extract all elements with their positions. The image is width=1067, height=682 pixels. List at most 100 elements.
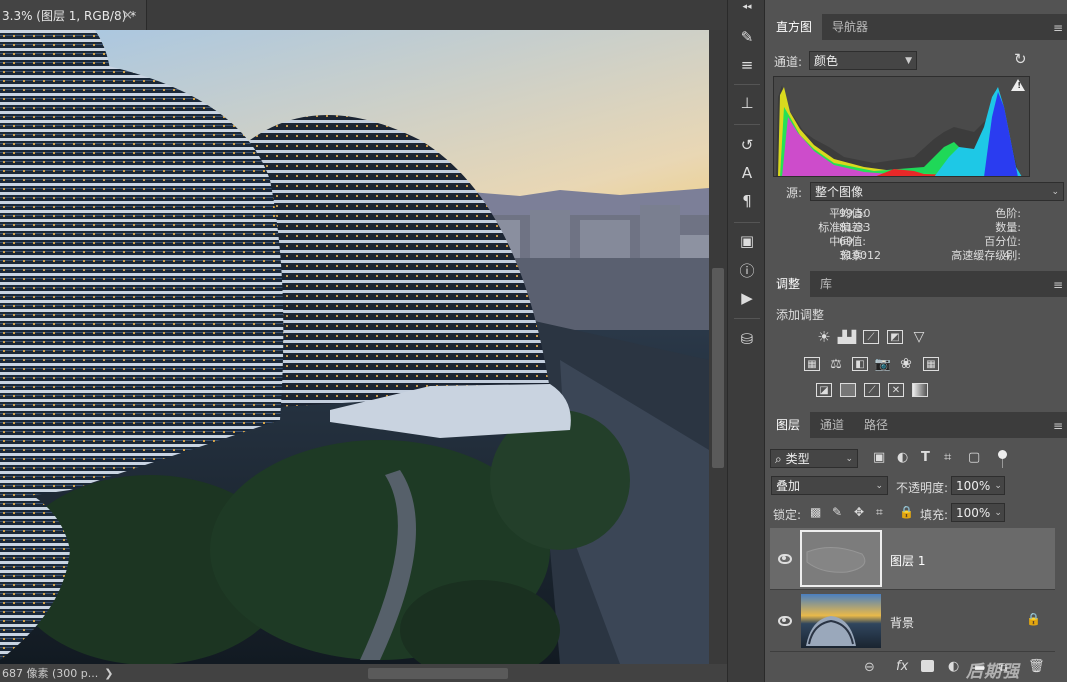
clone-source-icon[interactable]: ⊥ bbox=[736, 92, 758, 114]
info-icon[interactable]: ⓘ bbox=[736, 259, 758, 281]
vertical-scrollbar[interactable] bbox=[709, 30, 727, 664]
horizontal-scroll-thumb[interactable] bbox=[368, 668, 508, 679]
posterize-icon[interactable] bbox=[840, 383, 856, 397]
chevron-down-icon: ⌄ bbox=[875, 480, 883, 491]
link-icon[interactable]: ⊖ bbox=[864, 660, 875, 675]
status-arrow-icon[interactable]: ❯ bbox=[104, 667, 113, 680]
chevron-down-icon[interactable]: ⌄ bbox=[994, 508, 1002, 518]
collapse-icon[interactable]: ◂◂ bbox=[736, 0, 758, 14]
filter-toggle-stem bbox=[1002, 459, 1003, 468]
fx-icon[interactable]: fx bbox=[896, 659, 908, 674]
visibility-eye-icon[interactable] bbox=[778, 554, 792, 564]
opacity-field[interactable]: 100% ⌄ bbox=[951, 476, 1005, 495]
refresh-icon[interactable]: ↻ bbox=[1014, 50, 1027, 68]
layer-row-background[interactable]: 背景 🔒 bbox=[770, 590, 1055, 652]
adjustment-icon[interactable]: ◐ bbox=[948, 659, 959, 674]
history-icon[interactable]: ↺ bbox=[736, 134, 758, 156]
stat-percentile-label: 百分位: bbox=[984, 235, 1021, 248]
layers-footer: ⊖ fx ◐ ▬ ⧉ 🗑 后期强 bbox=[766, 654, 1067, 682]
black-white-icon[interactable]: ◧ bbox=[852, 357, 868, 371]
filter-type-icon[interactable]: T bbox=[921, 450, 930, 465]
actions-play-icon[interactable]: ▶ bbox=[736, 287, 758, 309]
fill-field[interactable]: 100% ⌄ bbox=[951, 503, 1005, 522]
lock-position-icon[interactable]: ✥ bbox=[854, 505, 864, 519]
tab-channels[interactable]: 通道 bbox=[810, 412, 854, 438]
color-lookup-icon[interactable]: ▦ bbox=[923, 357, 939, 371]
tool-presets-icon[interactable]: ⛁ bbox=[736, 328, 758, 350]
paragraph-icon[interactable]: ¶ bbox=[736, 190, 758, 212]
brightness-icon[interactable]: ☀ bbox=[816, 328, 832, 346]
document-tab[interactable]: 3.3% (图层 1, RGB/8) * × bbox=[0, 0, 147, 30]
blend-mode-dropdown[interactable]: 叠加 ⌄ bbox=[771, 476, 888, 495]
filter-shape-icon[interactable]: ⌗ bbox=[944, 450, 951, 465]
character-icon[interactable]: A bbox=[736, 162, 758, 184]
exposure-icon[interactable]: ◩ bbox=[887, 330, 903, 344]
hue-saturation-icon[interactable]: ▦ bbox=[804, 357, 820, 371]
warning-glyph: ! bbox=[1017, 81, 1021, 90]
panel-menu-icon[interactable]: ≡ bbox=[1053, 419, 1063, 433]
filter-adjustment-icon[interactable]: ◐ bbox=[897, 450, 908, 465]
properties-icon[interactable]: ▣ bbox=[736, 230, 758, 252]
photo-canvas bbox=[0, 30, 709, 664]
document-canvas[interactable] bbox=[0, 30, 709, 664]
source-value: 整个图像 bbox=[815, 185, 864, 199]
layer-row-layer1[interactable]: 图层 1 bbox=[770, 528, 1055, 590]
tab-histogram[interactable]: 直方图 bbox=[766, 14, 823, 40]
selective-color-icon[interactable]: ✕ bbox=[888, 383, 904, 397]
filter-smart-object-icon[interactable]: ▢ bbox=[968, 450, 980, 465]
lock-all-icon[interactable]: 🔒 bbox=[899, 505, 914, 519]
invert-icon[interactable]: ◪ bbox=[816, 383, 832, 397]
close-icon[interactable]: × bbox=[122, 8, 133, 23]
gradient-map-icon[interactable] bbox=[912, 383, 928, 397]
source-dropdown[interactable]: 整个图像 ⌄ bbox=[810, 182, 1064, 201]
mask-icon[interactable] bbox=[921, 660, 934, 672]
lock-transparent-icon[interactable]: ▩ bbox=[810, 505, 821, 519]
histogram-panel: 直方图 导航器 ≡ 通道: 颜色 ▼ ↻ ! 源: 整个图像 ⌄ 平均值: 标准偏差… bbox=[766, 14, 1067, 266]
lock-image-icon[interactable]: ✎ bbox=[832, 505, 842, 519]
trash-icon[interactable]: 🗑 bbox=[1028, 659, 1045, 674]
channel-mixer-icon[interactable]: ❀ bbox=[898, 356, 914, 372]
stat-pixels-value: 319012 bbox=[839, 249, 881, 262]
chevron-down-icon: ▼ bbox=[905, 55, 912, 66]
brush-icon[interactable]: ✎ bbox=[736, 26, 758, 48]
filter-pixel-icon[interactable]: ▣ bbox=[873, 450, 885, 465]
channel-label: 通道: bbox=[774, 55, 803, 69]
filter-toggle-icon[interactable] bbox=[998, 450, 1007, 459]
tab-paths[interactable]: 路径 bbox=[854, 412, 898, 438]
stat-cache-value: 4 bbox=[1003, 249, 1010, 262]
watermark: 后期强 bbox=[966, 662, 1020, 682]
layer-lock-icon: 🔒 bbox=[1026, 612, 1041, 626]
tab-libraries[interactable]: 库 bbox=[810, 271, 842, 297]
layer-thumbnail bbox=[800, 530, 882, 587]
panel-menu-icon[interactable]: ≡ bbox=[1053, 21, 1063, 35]
layer-name: 图层 1 bbox=[890, 554, 926, 568]
layer-thumbnail bbox=[801, 594, 881, 648]
tab-adjustments[interactable]: 调整 bbox=[766, 271, 811, 297]
histogram-graph: ! bbox=[773, 76, 1030, 177]
stat-stddev-value: 81.33 bbox=[839, 221, 871, 234]
tab-navigator[interactable]: 导航器 bbox=[822, 14, 878, 40]
threshold-icon[interactable]: ⟋ bbox=[864, 383, 880, 397]
levels-icon[interactable]: ▟▟ bbox=[838, 330, 856, 344]
panel-menu-icon[interactable]: ≡ bbox=[1053, 278, 1063, 292]
layer-filter-value: 类型 bbox=[785, 452, 810, 466]
photo-filter-icon[interactable]: 📷 bbox=[875, 357, 891, 372]
visibility-eye-icon[interactable] bbox=[778, 616, 792, 626]
color-balance-icon[interactable]: ⚖ bbox=[828, 357, 844, 372]
status-bar: 687 像素 (300 p... ❯ bbox=[0, 664, 727, 682]
vibrance-icon[interactable]: ▽ bbox=[911, 329, 927, 345]
lock-artboard-icon[interactable]: ⌗ bbox=[876, 505, 883, 520]
vertical-scroll-thumb[interactable] bbox=[712, 268, 724, 468]
channel-dropdown[interactable]: 颜色 ▼ bbox=[809, 51, 917, 70]
chevron-down-icon: ⌄ bbox=[1051, 186, 1059, 197]
blend-mode-value: 叠加 bbox=[776, 479, 801, 493]
layer-name: 背景 bbox=[890, 616, 915, 630]
lock-label: 锁定: bbox=[773, 508, 802, 522]
chevron-down-icon[interactable]: ⌄ bbox=[994, 481, 1002, 491]
curves-icon[interactable]: ⟋ bbox=[863, 330, 879, 344]
brush-settings-icon[interactable]: ≡ bbox=[736, 54, 758, 76]
opacity-value: 100% bbox=[956, 478, 991, 493]
fill-label: 填充: bbox=[920, 508, 949, 522]
layer-filter-dropdown[interactable]: ⌕ 类型 ⌄ bbox=[770, 449, 858, 468]
tab-layers[interactable]: 图层 bbox=[766, 412, 811, 438]
